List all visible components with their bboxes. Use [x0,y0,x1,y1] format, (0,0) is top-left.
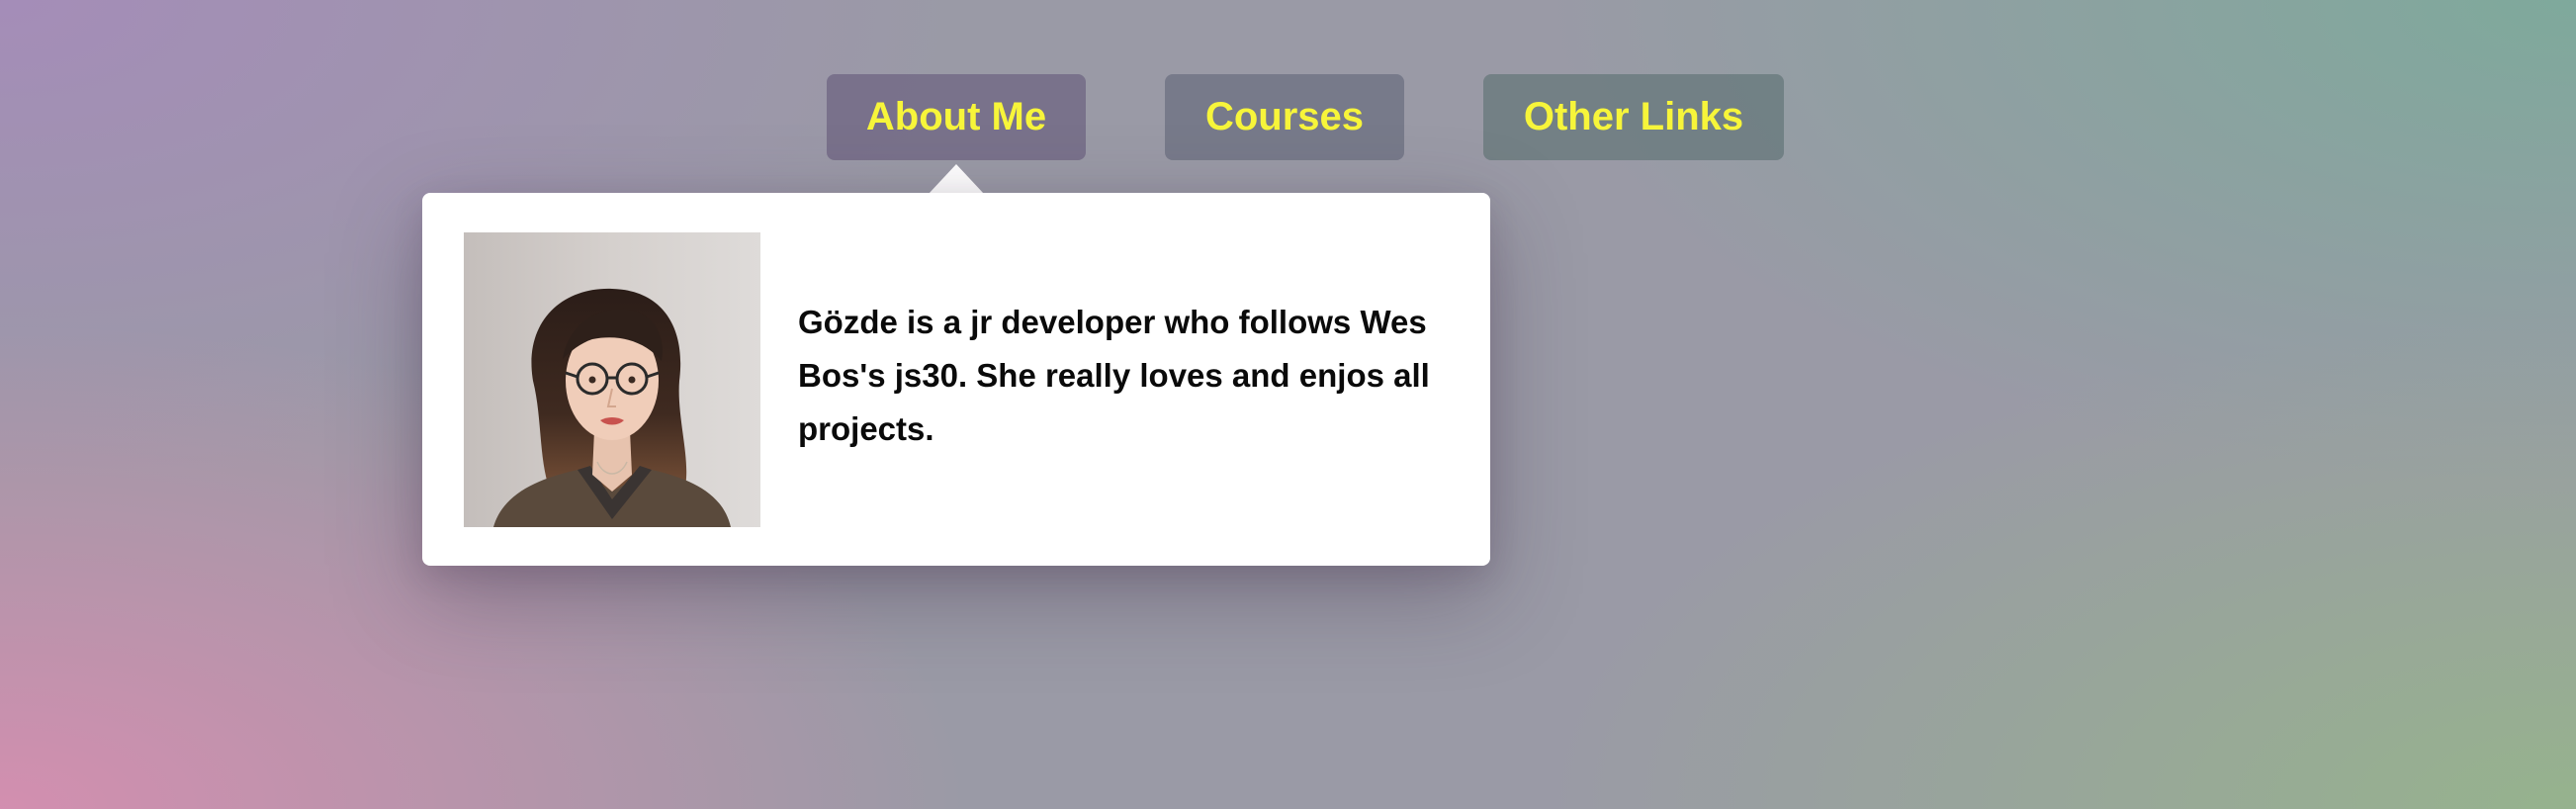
profile-photo [464,232,760,527]
about-me-dropdown: Gözde is a jr developer who follows Wes … [422,193,1490,566]
bio-text: Gözde is a jr developer who follows Wes … [798,304,1430,447]
nav-item-about-me[interactable]: About Me [827,74,1086,160]
dropdown-arrow [929,164,984,194]
nav-item-courses[interactable]: Courses [1165,74,1404,160]
nav-item-other-links[interactable]: Other Links [1483,74,1784,160]
top-nav: About Me Courses Other Links [0,0,2576,168]
